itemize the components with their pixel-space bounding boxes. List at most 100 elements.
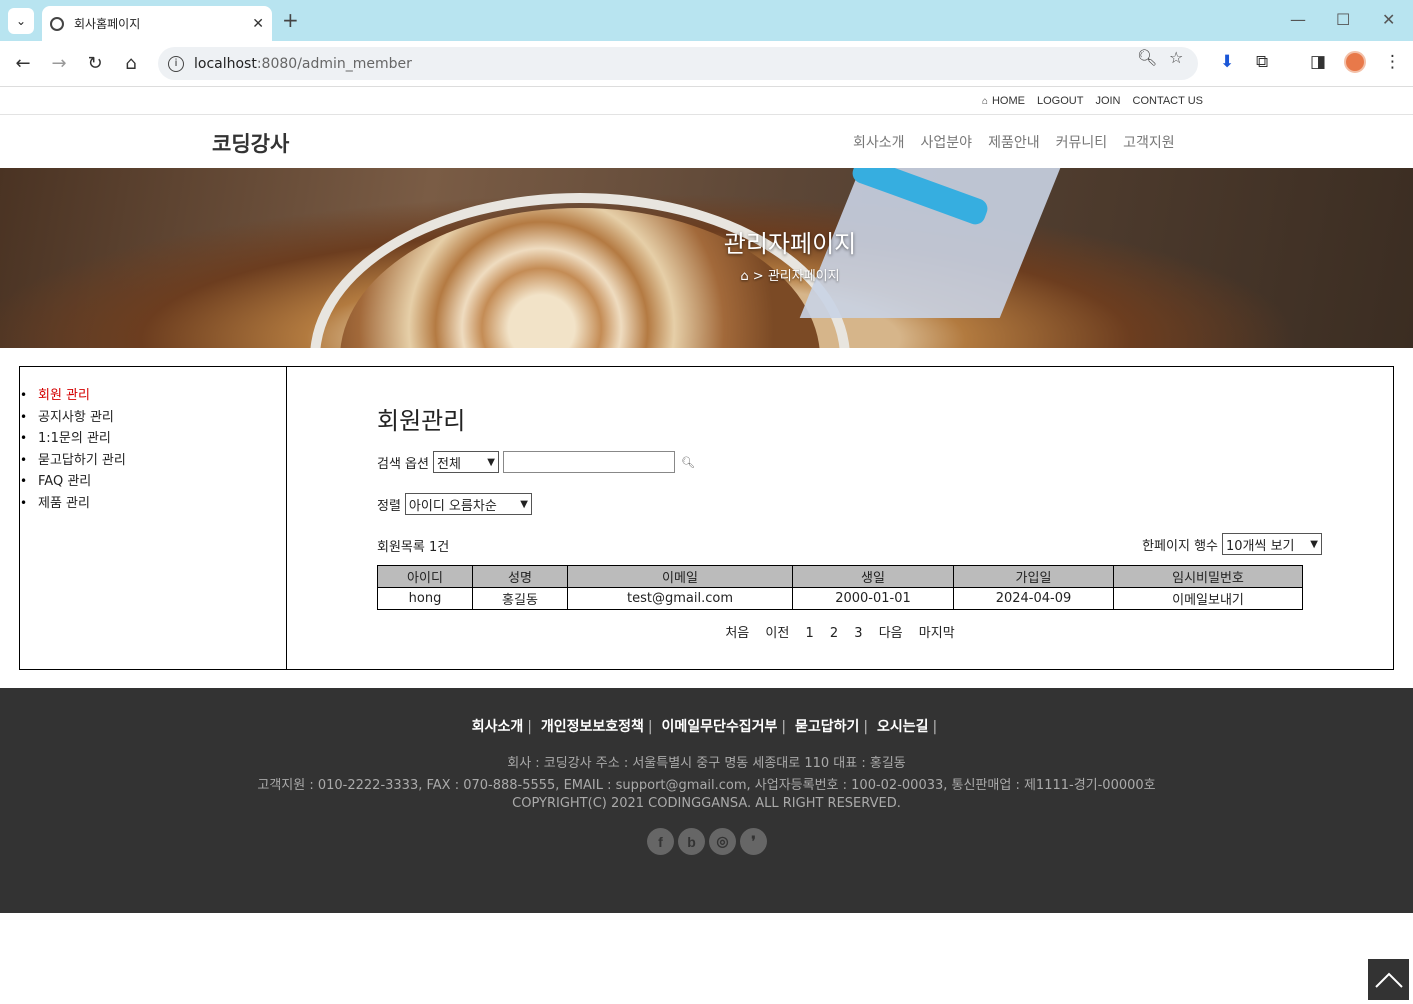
page-title: 회원관리 bbox=[377, 407, 466, 435]
pager-last[interactable]: 마지막 bbox=[919, 626, 955, 641]
sidebar-item-inquiries[interactable]: 1:1문의 관리 bbox=[20, 428, 286, 450]
browser-toolbar: ← → ↻ ⌂ i localhost:8080/admin_member 🔍︎… bbox=[0, 41, 1413, 87]
nav-item-business[interactable]: 사업분야 bbox=[921, 132, 973, 152]
pager-prev[interactable]: 이전 bbox=[765, 626, 789, 641]
footer-company-info: 회사 : 코딩강사 주소 : 서울특별시 중구 명동 세종대로 110 대표 :… bbox=[507, 756, 906, 771]
download-icon[interactable]: ⬇ bbox=[1220, 52, 1234, 72]
perpage-label: 한페이지 행수 bbox=[1142, 538, 1218, 554]
footer-link-qna[interactable]: 묻고답하기 bbox=[795, 719, 859, 735]
chevron-down-icon: ▼ bbox=[487, 456, 495, 468]
search-icon[interactable]: 🔍︎ bbox=[681, 456, 695, 469]
breadcrumb-home-icon[interactable]: ⌂ bbox=[740, 269, 748, 284]
site-info-icon[interactable]: i bbox=[168, 55, 184, 72]
sort-label: 정렬 bbox=[377, 498, 401, 514]
cell-id[interactable]: hong bbox=[377, 587, 473, 610]
instagram-icon[interactable]: ◎ bbox=[709, 828, 736, 855]
bookmark-star-icon[interactable]: ☆ bbox=[1169, 48, 1183, 67]
globe-icon bbox=[50, 16, 64, 31]
sidebar-item-qna[interactable]: 묻고답하기 관리 bbox=[20, 450, 286, 472]
search-input[interactable] bbox=[502, 451, 675, 473]
content-box: 회원 관리 공지사항 관리 1:1문의 관리 묻고답하기 관리 FAQ 관리 제… bbox=[19, 366, 1394, 670]
search-row: 검색 옵션 전체 ▼ 🔍︎ bbox=[377, 451, 695, 473]
perpage-select[interactable]: 10개씩 보기 ▼ bbox=[1222, 533, 1322, 555]
pagination: 처음 이전 1 2 3 다음 마지막 bbox=[377, 622, 1303, 641]
pager-next[interactable]: 다음 bbox=[879, 626, 903, 641]
nav-item-company[interactable]: 회사소개 bbox=[853, 132, 905, 152]
search-option-select[interactable]: 전체 ▼ bbox=[432, 451, 499, 473]
home-icon[interactable]: ⌂ bbox=[120, 53, 142, 74]
util-home-link[interactable]: ⌂ HOME bbox=[982, 95, 1025, 107]
address-bar[interactable]: i localhost:8080/admin_member bbox=[158, 47, 1198, 80]
tab-title: 회사홈페이지 bbox=[74, 17, 141, 31]
sidepanel-icon[interactable]: ◨ bbox=[1310, 52, 1326, 72]
close-tab-icon[interactable]: ✕ bbox=[252, 16, 264, 32]
utility-bar: ⌂ HOME LOGOUT JOIN CONTACT US bbox=[0, 88, 1413, 115]
pager-first[interactable]: 처음 bbox=[725, 626, 749, 641]
util-logout-link[interactable]: LOGOUT bbox=[1037, 95, 1083, 107]
member-count: 회원목록 1건 bbox=[377, 540, 450, 555]
chevron-up-icon bbox=[1374, 972, 1403, 988]
admin-sidebar: 회원 관리 공지사항 관리 1:1문의 관리 묻고답하기 관리 FAQ 관리 제… bbox=[20, 367, 287, 669]
footer-link-privacy[interactable]: 개인정보보호정책 bbox=[541, 719, 644, 735]
sidebar-item-faq[interactable]: FAQ 관리 bbox=[20, 471, 286, 493]
pager-page-1[interactable]: 1 bbox=[805, 626, 813, 641]
pager-page-3[interactable]: 3 bbox=[854, 626, 862, 641]
footer-link-directions[interactable]: 오시는길 bbox=[877, 719, 929, 735]
perpage-row: 한페이지 행수 10개씩 보기 ▼ bbox=[1142, 533, 1322, 555]
col-header-email: 이메일 bbox=[567, 565, 793, 588]
nav-item-community[interactable]: 커뮤니티 bbox=[1056, 132, 1108, 152]
chevron-down-icon: ▼ bbox=[520, 498, 528, 510]
social-links: f b ◎ ❜ bbox=[647, 828, 767, 855]
kakao-icon[interactable]: ❜ bbox=[740, 828, 767, 855]
col-header-name: 성명 bbox=[472, 565, 568, 588]
scroll-top-button[interactable] bbox=[1368, 959, 1409, 1000]
cell-email: test@gmail.com bbox=[567, 587, 793, 610]
profile-avatar[interactable] bbox=[1344, 51, 1366, 73]
breadcrumb-current: > 관리자페이지 bbox=[752, 269, 840, 284]
facebook-icon[interactable]: f bbox=[647, 828, 674, 855]
table-header-row: 아이디 성명 이메일 생일 가입일 임시비밀번호 bbox=[377, 565, 1303, 588]
sidebar-item-members[interactable]: 회원 관리 bbox=[20, 385, 286, 407]
footer-links: 회사소개 | 개인정보보호정책 | 이메일무단수집거부 | 묻고답하기 | 오시는길 | bbox=[471, 719, 938, 735]
window-close-button[interactable]: ✕ bbox=[1382, 10, 1395, 29]
sort-select[interactable]: 아이디 오름차순 ▼ bbox=[404, 493, 532, 515]
cell-name: 홍길동 bbox=[472, 587, 568, 610]
blog-icon[interactable]: b bbox=[678, 828, 705, 855]
new-tab-button[interactable]: + bbox=[282, 8, 299, 32]
site-header: 코딩강사 회사소개 사업분야 제품안내 커뮤니티 고객지원 bbox=[0, 115, 1413, 168]
table-row: hong 홍길동 test@gmail.com 2000-01-01 2024-… bbox=[377, 587, 1303, 610]
url-host: localhost bbox=[194, 55, 257, 72]
sort-row: 정렬 아이디 오름차순 ▼ bbox=[377, 493, 532, 515]
footer-copyright: COPYRIGHT(C) 2021 CODINGGANSA. ALL RIGHT… bbox=[512, 796, 901, 811]
member-admin-panel: 회원관리 검색 옵션 전체 ▼ 🔍︎ 정렬 아이디 오름차순 ▼ 회원목록 1건 한… bbox=[377, 367, 1337, 669]
chevron-down-icon: ▼ bbox=[1310, 538, 1318, 550]
nav-item-support[interactable]: 고객지원 bbox=[1123, 132, 1175, 152]
util-join-link[interactable]: JOIN bbox=[1095, 95, 1120, 107]
browser-tabbar: ⌄ 회사홈페이지 ✕ + — ☐ ✕ bbox=[0, 0, 1413, 41]
zoom-icon[interactable]: 🔍︎ bbox=[1137, 48, 1157, 67]
pager-page-2[interactable]: 2 bbox=[830, 626, 838, 641]
footer-link-no-email[interactable]: 이메일무단수집거부 bbox=[662, 719, 778, 735]
maximize-button[interactable]: ☐ bbox=[1336, 10, 1350, 29]
back-icon[interactable]: ← bbox=[12, 53, 34, 74]
cell-joined: 2024-04-09 bbox=[953, 587, 1114, 610]
site-logo[interactable]: 코딩강사 bbox=[212, 128, 289, 158]
search-option-label: 검색 옵션 bbox=[377, 456, 429, 472]
reload-icon[interactable]: ↻ bbox=[84, 53, 106, 74]
sidebar-item-products[interactable]: 제품 관리 bbox=[20, 493, 286, 515]
sidebar-item-notices[interactable]: 공지사항 관리 bbox=[20, 407, 286, 429]
breadcrumb: ⌂ > 관리자페이지 bbox=[0, 265, 1413, 284]
nav-item-products[interactable]: 제품안내 bbox=[988, 132, 1040, 152]
minimize-button[interactable]: — bbox=[1290, 10, 1306, 29]
footer-link-company[interactable]: 회사소개 bbox=[472, 719, 524, 735]
tab-search-button[interactable]: ⌄ bbox=[8, 8, 34, 34]
forward-icon[interactable]: → bbox=[48, 53, 70, 74]
extensions-icon[interactable]: ⧉ bbox=[1256, 52, 1268, 72]
send-email-button[interactable]: 이메일보내기 bbox=[1113, 587, 1303, 610]
menu-kebab-icon[interactable]: ⋮ bbox=[1384, 52, 1401, 72]
url-path: :8080/admin_member bbox=[256, 55, 412, 72]
browser-tab[interactable]: 회사홈페이지 ✕ bbox=[42, 6, 272, 41]
col-header-birth: 생일 bbox=[792, 565, 954, 588]
util-contact-link[interactable]: CONTACT US bbox=[1133, 95, 1204, 107]
site-footer: 회사소개 | 개인정보보호정책 | 이메일무단수집거부 | 묻고답하기 | 오시는길 | … bbox=[0, 688, 1413, 913]
